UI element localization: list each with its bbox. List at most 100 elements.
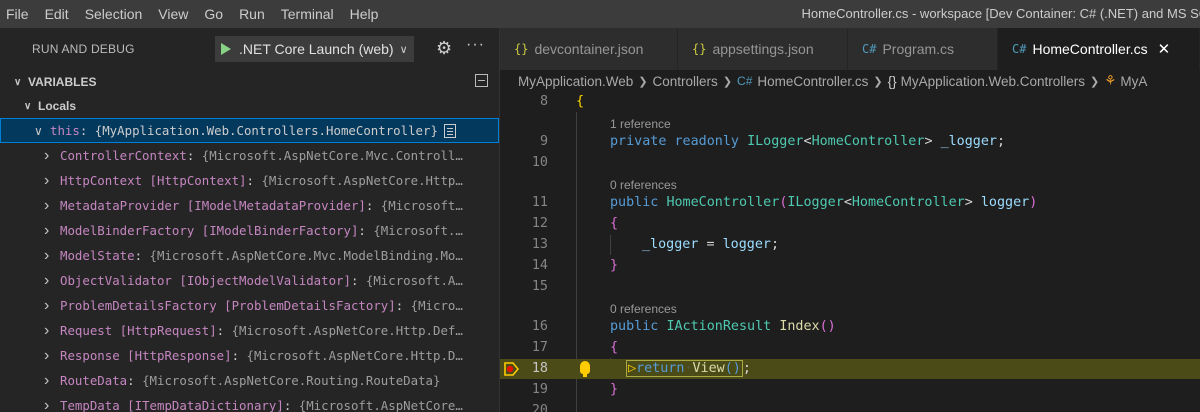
chevron-right-icon[interactable]: › xyxy=(44,372,60,390)
line-number: 20 xyxy=(531,403,548,412)
variable-name: ObjectValidator xyxy=(60,273,172,288)
breadcrumb-project[interactable]: MyApplication.Web xyxy=(518,74,633,89)
namespace-icon: {} xyxy=(887,73,897,89)
chevron-right-icon[interactable]: › xyxy=(44,397,60,412)
more-actions-icon[interactable]: ··· xyxy=(466,36,485,54)
variables-title: VARIABLES xyxy=(28,75,97,89)
variable-row[interactable]: › ModelBinderFactory [IModelBinderFactory… xyxy=(0,218,499,243)
variable-name: ControllerContext xyxy=(60,148,187,163)
chevron-right-icon: ❯ xyxy=(873,75,883,88)
variable-row[interactable]: › ObjectValidator [IObjectModelValidator]… xyxy=(0,268,499,293)
chevron-right-icon[interactable]: › xyxy=(44,222,60,240)
variable-row[interactable]: › ControllerContext: {Microsoft.AspNetCor… xyxy=(0,143,499,168)
chevron-down-icon[interactable]: ∨ xyxy=(14,77,28,88)
menu-edit[interactable]: Edit xyxy=(37,0,77,28)
variable-type: [HttpResponse] xyxy=(127,348,232,363)
code-text: { xyxy=(610,216,619,231)
variable-name: TempData xyxy=(60,398,120,412)
code-text: ▷return·View(); xyxy=(626,360,751,377)
variable-name: this xyxy=(50,123,80,138)
view-value-icon[interactable] xyxy=(443,123,456,138)
variable-value: {Microsoft.AspNetCore… xyxy=(298,398,463,412)
variable-name: MetadataProvider xyxy=(60,198,180,213)
chevron-down-icon[interactable]: ∨ xyxy=(34,124,50,138)
code-line: 11 public HomeController(ILogger<HomeCon… xyxy=(500,193,1200,213)
codelens-references[interactable]: 1 reference xyxy=(610,116,671,132)
variable-type: [IModelBinderFactory] xyxy=(201,223,359,238)
variable-type: [IModelMetadataProvider] xyxy=(186,198,366,213)
chevron-right-icon[interactable]: › xyxy=(44,322,60,340)
variable-row[interactable]: › TempData [ITempDataDictionary]: {Micros… xyxy=(0,393,499,412)
code-line: 13 _logger = logger; xyxy=(500,235,1200,255)
chevron-right-icon[interactable]: › xyxy=(44,197,60,215)
collapse-all-icon[interactable] xyxy=(475,74,488,87)
chevron-down-icon[interactable]: ∨ xyxy=(24,101,38,112)
tab-appsettings-json[interactable]: {} appsettings.json xyxy=(678,28,848,70)
code-line: 16 public IActionResult Index() xyxy=(500,317,1200,337)
variable-type: [HttpRequest] xyxy=(119,323,217,338)
debug-header: RUN AND DEBUG .NET Core Launch (web) ∨ ⚙… xyxy=(0,28,499,70)
menu-run[interactable]: Run xyxy=(231,0,273,28)
code-text: private readonly ILogger<HomeController>… xyxy=(610,134,1006,149)
variable-name: Response xyxy=(60,348,120,363)
code-text: } xyxy=(610,382,619,397)
variable-row[interactable]: › MetadataProvider [IModelMetadataProvide… xyxy=(0,193,499,218)
codelens-references[interactable]: 0 references xyxy=(610,301,677,317)
chevron-down-icon[interactable]: ∨ xyxy=(400,43,408,56)
variable-value: {Microsoft.AspNetCore.Http.D… xyxy=(246,348,463,363)
codelens-references[interactable]: 0 references xyxy=(610,177,677,193)
chevron-right-icon[interactable]: › xyxy=(44,247,60,265)
menu-view[interactable]: View xyxy=(150,0,196,28)
menu-help[interactable]: Help xyxy=(342,0,387,28)
variable-row[interactable]: › ProblemDetailsFactory [ProblemDetailsFa… xyxy=(0,293,499,318)
tab-program-cs[interactable]: C# Program.cs xyxy=(848,28,998,70)
class-icon: ⚘ xyxy=(1104,73,1117,88)
breadcrumb-namespace[interactable]: MyApplication.Web.Controllers xyxy=(901,74,1085,89)
close-icon[interactable]: ✕ xyxy=(1158,40,1171,58)
variable-name: ModelBinderFactory xyxy=(60,223,195,238)
tab-homecontroller-cs[interactable]: C# HomeController.cs ✕ xyxy=(998,28,1200,70)
chevron-right-icon[interactable]: › xyxy=(44,272,60,290)
chevron-right-icon[interactable]: › xyxy=(44,147,60,165)
variable-row[interactable]: › ModelState: {Microsoft.AspNetCore.Mvc.M… xyxy=(0,243,499,268)
line-number: 16 xyxy=(531,319,548,334)
chevron-right-icon[interactable]: › xyxy=(44,172,60,190)
chevron-right-icon: ❯ xyxy=(638,75,648,88)
menu-file[interactable]: File xyxy=(0,0,37,28)
variable-row[interactable]: › RouteData: {Microsoft.AspNetCore.Routin… xyxy=(0,368,499,393)
gear-icon[interactable]: ⚙ xyxy=(436,38,452,59)
csharp-file-icon: C# xyxy=(862,42,877,56)
locals-scope[interactable]: ∨ Locals xyxy=(0,94,499,118)
variable-this[interactable]: ∨ this: {MyApplication.Web.Controllers.H… xyxy=(0,118,499,143)
variable-row[interactable]: › Response [HttpResponse]: {Microsoft.Asp… xyxy=(0,343,499,368)
menu-selection[interactable]: Selection xyxy=(77,0,151,28)
variable-row[interactable]: › HttpContext [HttpContext]: {Microsoft.A… xyxy=(0,168,499,193)
variable-row[interactable]: › Request [HttpRequest]: {Microsoft.AspNe… xyxy=(0,318,499,343)
menu-go[interactable]: Go xyxy=(196,0,231,28)
code-line: 10 xyxy=(500,153,1200,173)
breadcrumb-class[interactable]: MyA xyxy=(1120,74,1147,89)
code-text: { xyxy=(576,94,585,109)
menu-terminal[interactable]: Terminal xyxy=(273,0,342,28)
variable-value: {MyApplication.Web.Controllers.HomeContr… xyxy=(94,123,438,138)
code-line: 17 { xyxy=(500,338,1200,358)
tab-label: devcontainer.json xyxy=(534,41,644,57)
breadcrumb-folder[interactable]: Controllers xyxy=(653,74,718,89)
breadcrumb-file[interactable]: HomeController.cs xyxy=(757,74,868,89)
editor-tabs: {} devcontainer.json {} appsettings.json… xyxy=(500,28,1200,70)
debug-sidebar: RUN AND DEBUG .NET Core Launch (web) ∨ ⚙… xyxy=(0,28,500,412)
menu-bar: File Edit Selection View Go Run Terminal… xyxy=(0,0,1200,28)
variable-value: {Microsoft.AspNetCore.Mvc.ModelBinding.M… xyxy=(149,248,463,263)
line-number: 18 xyxy=(531,361,548,376)
variables-section-header[interactable]: ∨ VARIABLES xyxy=(0,70,499,94)
code-text: public IActionResult Index() xyxy=(610,319,836,334)
launch-config-dropdown[interactable]: .NET Core Launch (web) ∨ xyxy=(215,36,414,62)
start-debugging-icon[interactable] xyxy=(221,43,231,55)
chevron-right-icon[interactable]: › xyxy=(44,297,60,315)
line-number: 11 xyxy=(531,195,548,210)
tab-devcontainer-json[interactable]: {} devcontainer.json xyxy=(500,28,678,70)
chevron-right-icon[interactable]: › xyxy=(44,347,60,365)
variable-name: ModelState xyxy=(60,248,135,263)
code-editor[interactable]: 8 { 1 reference 9 private readonly ILogg… xyxy=(500,92,1200,412)
lightbulb-icon[interactable] xyxy=(580,361,590,377)
